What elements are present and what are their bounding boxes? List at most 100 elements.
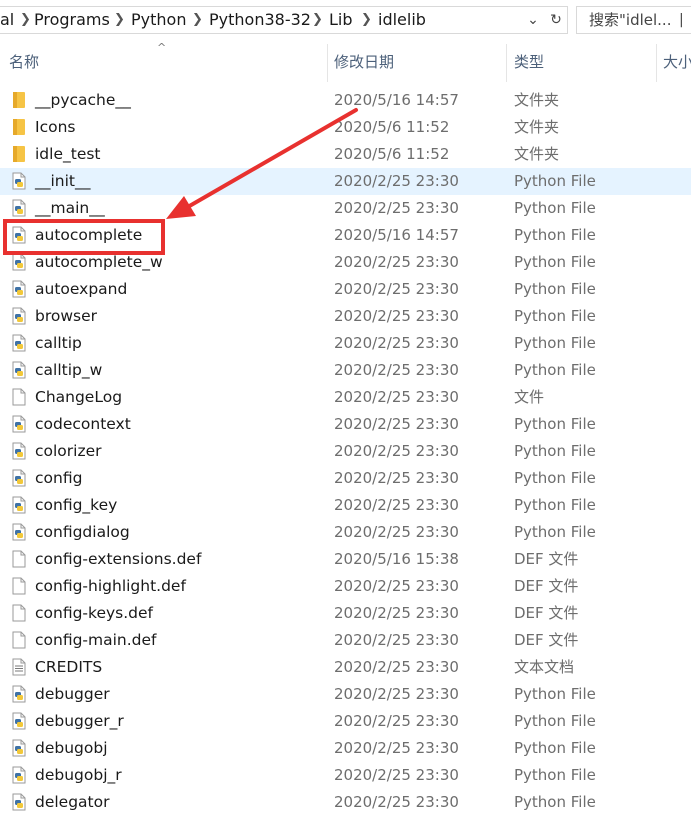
search-input[interactable]: 搜索"idlel... | — [576, 6, 691, 34]
file-name[interactable]: config-extensions.def — [35, 546, 201, 573]
chevron-right-icon[interactable]: ❯ — [361, 6, 372, 34]
file-name[interactable]: debugger_r — [35, 708, 124, 735]
file-name[interactable]: calltip_w — [35, 357, 102, 384]
file-type: DEF 文件 — [514, 604, 579, 622]
python-file-icon — [12, 793, 26, 811]
file-row[interactable]: configdialog 2020/2/25 23:30 Python File — [0, 519, 691, 546]
file-row[interactable]: config-highlight.def 2020/2/25 23:30 DEF 文… — [0, 573, 691, 600]
file-row[interactable]: debugger_r 2020/2/25 23:30 Python File — [0, 708, 691, 735]
file-row[interactable]: __main__ 2020/2/25 23:30 Python File — [0, 195, 691, 222]
file-type: Python File — [514, 172, 596, 190]
file-type: DEF 文件 — [514, 577, 579, 595]
search-edge: | — [679, 12, 684, 28]
file-row[interactable]: debugger 2020/2/25 23:30 Python File — [0, 681, 691, 708]
file-type: Python File — [514, 739, 596, 757]
file-row[interactable]: config_key 2020/2/25 23:30 Python File — [0, 492, 691, 519]
breadcrumb-item[interactable]: al — [0, 6, 14, 34]
column-divider[interactable] — [506, 44, 507, 82]
file-date: 2020/2/25 23:30 — [334, 523, 459, 541]
file-date: 2020/2/25 23:30 — [334, 361, 459, 379]
chevron-right-icon[interactable]: ❯ — [114, 6, 125, 34]
file-date: 2020/2/25 23:30 — [334, 442, 459, 460]
file-row[interactable]: ChangeLog 2020/2/25 23:30 文件 — [0, 384, 691, 411]
breadcrumb-item[interactable]: Programs — [34, 6, 110, 34]
file-name[interactable]: config-keys.def — [35, 600, 153, 627]
file-name[interactable]: browser — [35, 303, 97, 330]
file-row[interactable]: debugobj 2020/2/25 23:30 Python File — [0, 735, 691, 762]
file-date: 2020/2/25 23:30 — [334, 793, 459, 811]
file-type: 文件 — [514, 388, 545, 406]
file-row[interactable]: config-main.def 2020/2/25 23:30 DEF 文件 — [0, 627, 691, 654]
file-name[interactable]: __pycache__ — [35, 87, 131, 114]
file-row[interactable]: config-keys.def 2020/2/25 23:30 DEF 文件 — [0, 600, 691, 627]
file-row[interactable]: __pycache__ 2020/5/16 14:57 文件夹 — [0, 87, 691, 114]
python-file-icon — [12, 280, 26, 298]
file-row[interactable]: delegator 2020/2/25 23:30 Python File — [0, 789, 691, 816]
file-name[interactable]: config_key — [35, 492, 117, 519]
file-name[interactable]: __main__ — [35, 195, 105, 222]
file-date: 2020/2/25 23:30 — [334, 280, 459, 298]
file-name[interactable]: __init__ — [35, 168, 91, 195]
python-file-icon — [12, 523, 26, 541]
file-row[interactable]: codecontext 2020/2/25 23:30 Python File — [0, 411, 691, 438]
file-name[interactable]: configdialog — [35, 519, 130, 546]
file-row[interactable]: calltip 2020/2/25 23:30 Python File — [0, 330, 691, 357]
file-row[interactable]: CREDITS 2020/2/25 23:30 文本文档 — [0, 654, 691, 681]
file-name[interactable]: config-main.def — [35, 627, 157, 654]
file-name[interactable]: colorizer — [35, 438, 102, 465]
file-name[interactable]: config — [35, 465, 82, 492]
file-date: 2020/2/25 23:30 — [334, 577, 459, 595]
python-file-icon — [12, 685, 26, 703]
file-name[interactable]: debugobj_r — [35, 762, 122, 789]
folder-icon — [12, 91, 26, 109]
file-row[interactable]: colorizer 2020/2/25 23:30 Python File — [0, 438, 691, 465]
file-row[interactable]: Icons 2020/5/6 11:52 文件夹 — [0, 114, 691, 141]
file-name[interactable]: config-highlight.def — [35, 573, 186, 600]
file-date: 2020/5/6 11:52 — [334, 145, 450, 163]
column-header-size[interactable]: 大小 — [663, 44, 691, 82]
file-date: 2020/2/25 23:30 — [334, 307, 459, 325]
file-name[interactable]: codecontext — [35, 411, 131, 438]
breadcrumb-item[interactable]: Lib — [329, 6, 353, 34]
file-icon — [12, 604, 26, 622]
file-row[interactable]: autoexpand 2020/2/25 23:30 Python File — [0, 276, 691, 303]
chevron-down-icon[interactable]: ⌄ — [522, 6, 544, 34]
chevron-right-icon[interactable]: ❯ — [192, 6, 203, 34]
column-header-date[interactable]: 修改日期 — [334, 44, 394, 82]
file-type: Python File — [514, 226, 596, 244]
file-type: Python File — [514, 442, 596, 460]
file-row[interactable]: config-extensions.def 2020/5/16 15:38 DEF … — [0, 546, 691, 573]
chevron-right-icon[interactable]: ❯ — [20, 6, 31, 34]
python-file-icon — [12, 712, 26, 730]
file-name[interactable]: calltip — [35, 330, 82, 357]
address-bar: al ❯ Programs ❯ Python ❯ Python38-32 ❯ L… — [0, 0, 691, 39]
file-name[interactable]: CREDITS — [35, 654, 102, 681]
breadcrumb-item[interactable]: Python — [131, 6, 186, 34]
file-name[interactable]: Icons — [35, 114, 75, 141]
file-name[interactable]: autoexpand — [35, 276, 127, 303]
column-divider[interactable] — [327, 44, 328, 82]
file-name[interactable]: idle_test — [35, 141, 101, 168]
file-icon — [12, 631, 26, 649]
file-row[interactable]: browser 2020/2/25 23:30 Python File — [0, 303, 691, 330]
python-file-icon — [12, 469, 26, 487]
chevron-right-icon[interactable]: ❯ — [312, 6, 323, 34]
file-name[interactable]: delegator — [35, 789, 110, 816]
file-name[interactable]: debugobj — [35, 735, 108, 762]
file-row[interactable]: idle_test 2020/5/6 11:52 文件夹 — [0, 141, 691, 168]
file-date: 2020/2/25 23:30 — [334, 334, 459, 352]
breadcrumb-item-current[interactable]: idlelib — [378, 6, 426, 34]
file-row[interactable]: calltip_w 2020/2/25 23:30 Python File — [0, 357, 691, 384]
file-name[interactable]: debugger — [35, 681, 110, 708]
column-divider[interactable] — [656, 44, 657, 82]
column-header-type[interactable]: 类型 — [514, 44, 544, 82]
breadcrumb-item[interactable]: Python38-32 — [209, 6, 311, 34]
file-name[interactable]: ChangeLog — [35, 384, 122, 411]
file-row[interactable]: __init__ 2020/2/25 23:30 Python File — [0, 168, 691, 195]
column-header-name[interactable]: 名称 — [9, 44, 39, 82]
python-file-icon — [12, 199, 26, 217]
file-row[interactable]: config 2020/2/25 23:30 Python File — [0, 465, 691, 492]
refresh-icon[interactable]: ↻ — [545, 6, 567, 34]
file-row[interactable]: debugobj_r 2020/2/25 23:30 Python File — [0, 762, 691, 789]
file-date: 2020/2/25 23:30 — [334, 469, 459, 487]
